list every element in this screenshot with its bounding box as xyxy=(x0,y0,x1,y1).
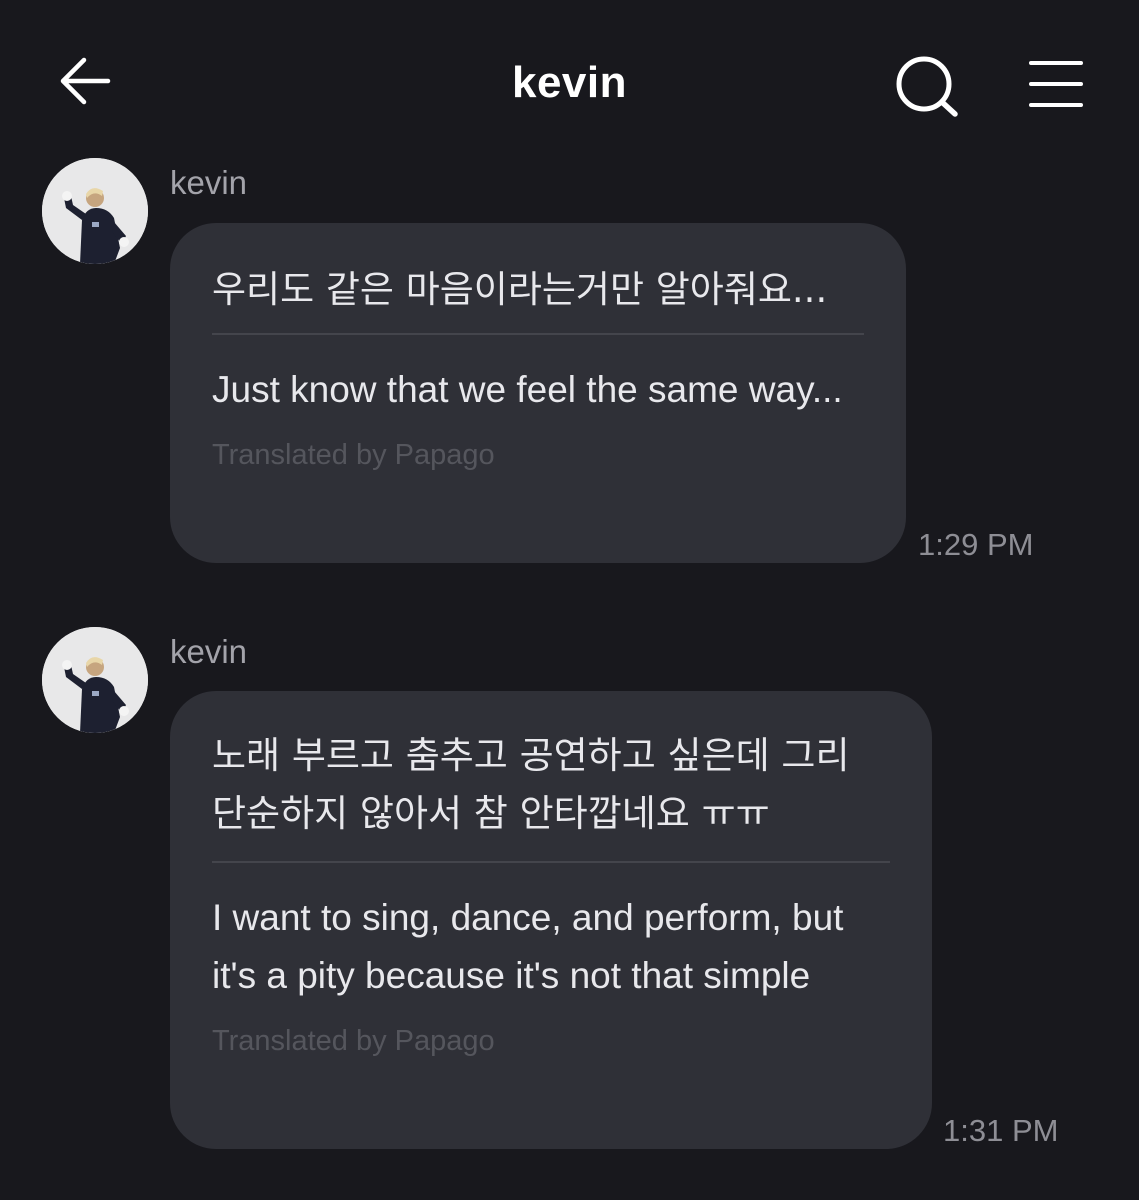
translated-text: Just know that we feel the same way... xyxy=(212,369,843,410)
chat-header: kevin xyxy=(0,0,1139,165)
original-text: 우리도 같은 마음이라는거만 알아줘요... xyxy=(212,268,828,311)
sender-name: kevin xyxy=(170,633,248,670)
original-text: 노래 부르고 춤추고 공연하고 싶은데 그리 단순하지 않아서 참 안타깝네요 … xyxy=(212,734,850,835)
menu-icon xyxy=(1029,61,1083,107)
divider xyxy=(212,333,864,335)
profile-photo xyxy=(42,627,148,733)
translated-text: I want to sing, dance, and perform, but … xyxy=(212,897,844,996)
chat-title: kevin xyxy=(511,58,627,107)
avatar[interactable] xyxy=(42,627,148,733)
avatar[interactable] xyxy=(42,158,148,264)
timestamp: 1:31 PM xyxy=(943,1113,1059,1148)
message-bubble[interactable]: 우리도 같은 마음이라는거만 알아줘요... Just know that we… xyxy=(170,223,906,563)
search-icon xyxy=(896,56,958,117)
sender-name: kevin xyxy=(170,164,248,201)
timestamp: 1:29 PM xyxy=(918,527,1034,562)
translator-note: Translated by Papago xyxy=(212,1025,495,1057)
divider xyxy=(212,861,890,863)
profile-photo xyxy=(42,158,148,264)
message-bubble[interactable]: 노래 부르고 춤추고 공연하고 싶은데 그리 단순하지 않아서 참 안타깝네요 … xyxy=(170,691,932,1149)
search-button[interactable] xyxy=(894,54,960,120)
menu-button[interactable] xyxy=(1026,56,1086,112)
translator-note: Translated by Papago xyxy=(212,439,495,471)
